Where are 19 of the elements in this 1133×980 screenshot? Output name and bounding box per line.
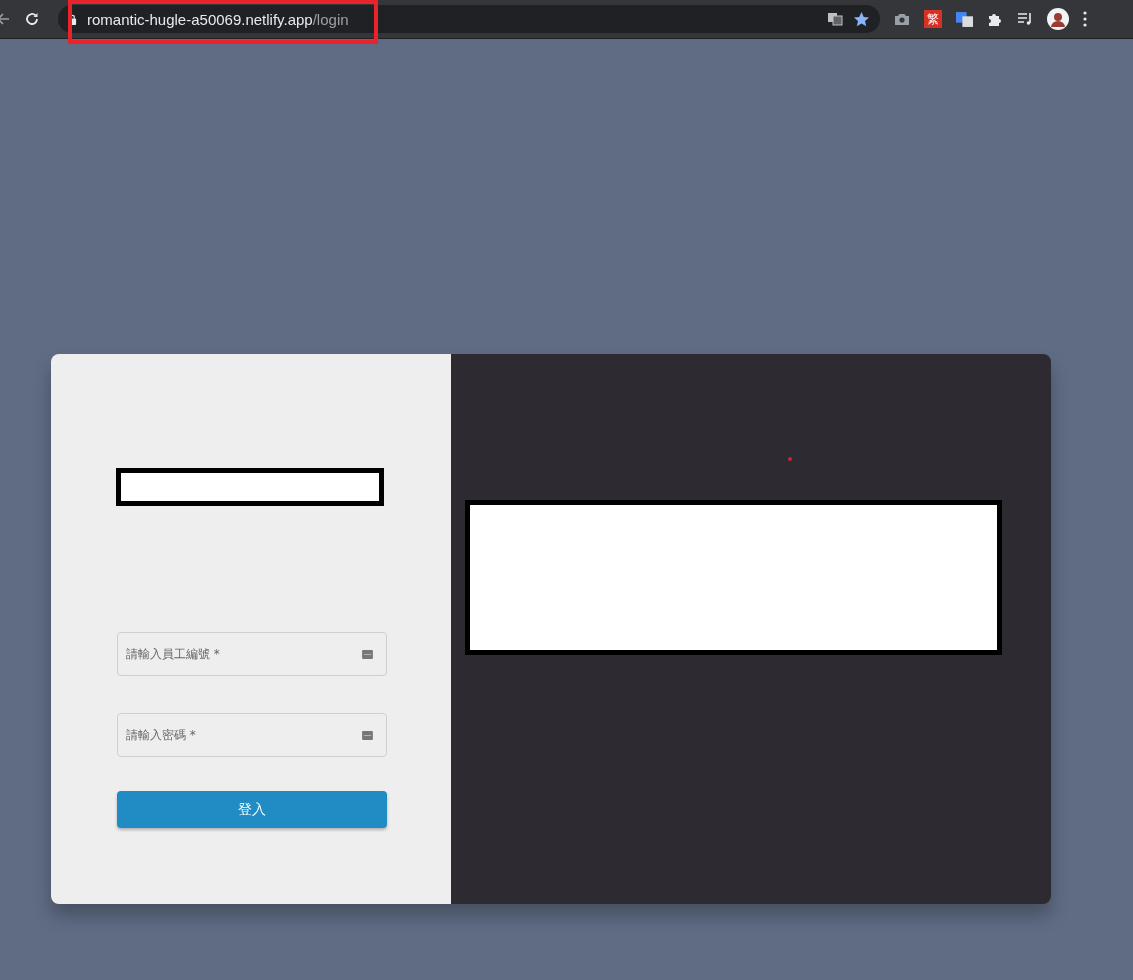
input-field[interactable]: 請輸入員工編號 * xyxy=(117,632,387,676)
marker-dot xyxy=(788,457,792,461)
address-bar[interactable]: romantic-hugle-a50069.netlify.app/login xyxy=(58,5,880,33)
extension-badge[interactable]: 繁 xyxy=(924,10,942,28)
star-icon[interactable] xyxy=(853,10,870,28)
translate-extension-icon[interactable] xyxy=(956,10,973,28)
media-list-icon[interactable] xyxy=(1017,11,1033,27)
keyboard-icon xyxy=(362,731,373,740)
input-field[interactable]: 請輸入密碼 * xyxy=(117,713,387,757)
keyboard-icon xyxy=(362,650,373,659)
more-menu-icon[interactable] xyxy=(1083,11,1087,27)
back-arrow-icon[interactable] xyxy=(0,12,10,26)
puzzle-icon[interactable] xyxy=(987,11,1003,27)
avatar-icon[interactable] xyxy=(1047,8,1069,30)
url-text: romantic-hugle-a50069.netlify.app/login xyxy=(87,10,349,28)
camera-icon[interactable] xyxy=(894,11,910,27)
reload-icon[interactable] xyxy=(24,11,40,27)
login-button[interactable]: 登入 xyxy=(117,791,387,828)
translate-icon[interactable] xyxy=(827,11,843,27)
